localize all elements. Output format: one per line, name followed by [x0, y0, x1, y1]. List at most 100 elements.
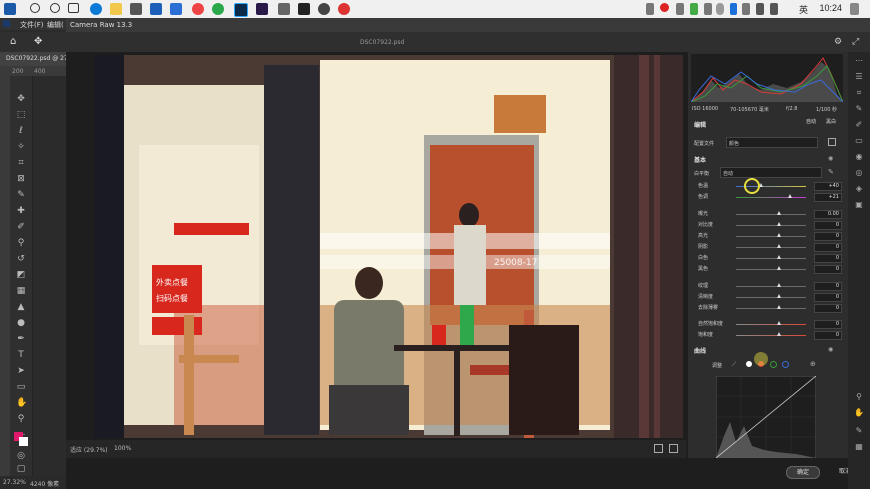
crop-tool-icon[interactable]: ⌗ [854, 88, 864, 98]
slider-row[interactable]: 纹理 0 [698, 282, 843, 291]
tray-icon-1[interactable] [646, 3, 654, 15]
photoshop-taskbar-icon[interactable] [234, 3, 248, 17]
volume-icon[interactable] [770, 3, 778, 15]
slider-value-input[interactable]: 0 [814, 293, 842, 302]
type-icon[interactable]: T [16, 350, 26, 360]
mail-icon[interactable] [150, 3, 162, 15]
snapshots-icon[interactable]: ◈ [854, 184, 864, 194]
shape-icon[interactable]: ▭ [16, 382, 26, 392]
app-icon-2[interactable] [278, 3, 290, 15]
settings-icon[interactable] [318, 3, 330, 15]
slider-knob[interactable] [777, 283, 782, 287]
eraser-icon[interactable]: ◩ [16, 270, 26, 280]
tray-record-icon[interactable] [660, 3, 669, 12]
edit-tool-icon[interactable]: ☰ [854, 72, 864, 82]
ps-document-tab[interactable]: DSC07922.psd @ 27 [0, 52, 68, 66]
cloud-icon[interactable] [716, 3, 724, 15]
chrome-icon[interactable] [192, 3, 204, 15]
search-icon[interactable] [30, 3, 40, 13]
sampler-icon[interactable]: ✎ [854, 426, 864, 436]
blur-icon[interactable]: ▲ [16, 302, 26, 312]
history-brush-icon[interactable]: ↺ [16, 254, 26, 264]
pen-icon[interactable]: ✒ [16, 334, 26, 344]
slider-track[interactable] [736, 214, 806, 215]
parametric-curve-icon[interactable]: ⟋ [732, 361, 736, 369]
settings-gear-icon[interactable]: ⚙ [834, 37, 842, 47]
zoom-tool-icon[interactable]: ⚲ [854, 392, 864, 402]
slider-row[interactable]: 清晰度 0 [698, 293, 843, 302]
bluetooth-icon[interactable] [730, 3, 737, 15]
record-icon[interactable] [338, 3, 350, 15]
before-after-icon[interactable] [654, 444, 663, 453]
gradient-icon[interactable]: ▦ [16, 286, 26, 296]
premiere-icon[interactable] [256, 3, 268, 15]
magic-wand-icon[interactable]: ✧ [16, 142, 26, 152]
zoom-fit-label[interactable]: 适应 (29.7%) [70, 445, 108, 454]
app-icon-3[interactable] [298, 3, 310, 15]
presets-icon[interactable]: ▣ [854, 200, 864, 210]
photo-preview[interactable]: 外卖点餐 扫码点餐 25008-17 [94, 55, 683, 438]
compare-icon[interactable] [669, 444, 678, 453]
slider-track[interactable] [736, 286, 806, 287]
slider-row[interactable]: 去除薄雾 0 [698, 304, 843, 313]
slider-row[interactable]: 自然饱和度 0 [698, 320, 843, 329]
red-eye-icon[interactable]: ◎ [854, 168, 864, 178]
input-language[interactable]: 英 [799, 3, 808, 16]
curve-section-title[interactable]: 曲线 [694, 346, 706, 355]
curve-green-channel[interactable] [770, 361, 777, 368]
slider-row[interactable]: 色温 +40 [698, 182, 843, 191]
adjustment-brush-icon[interactable]: ✐ [854, 120, 864, 130]
quick-mask-icon[interactable]: ◎ [16, 451, 26, 461]
clock[interactable]: 10:24 [819, 3, 842, 13]
slider-track[interactable] [736, 258, 806, 259]
screen-mode-icon[interactable]: ▢ [16, 464, 26, 474]
slider-track[interactable] [736, 225, 806, 226]
ok-button[interactable]: 确定 [786, 466, 820, 479]
move-icon[interactable]: ✥ [16, 94, 26, 104]
slider-value-input[interactable]: 0.00 [814, 210, 842, 219]
slider-knob[interactable] [777, 332, 782, 336]
wifi-icon[interactable] [756, 3, 764, 15]
slider-knob[interactable] [777, 233, 782, 237]
slider-track[interactable] [736, 335, 806, 336]
slider-row[interactable]: 色调 +21 [698, 193, 843, 202]
zoom-icon[interactable]: ⚲ [16, 414, 26, 424]
eyedropper-icon[interactable]: ✎ [16, 190, 26, 200]
slider-knob[interactable] [777, 255, 782, 259]
tone-curve-graph[interactable] [716, 376, 816, 458]
slider-knob[interactable] [777, 211, 782, 215]
wb-eyedropper-icon[interactable]: ✎ [828, 168, 834, 176]
app-icon[interactable] [170, 3, 182, 15]
more-icon[interactable]: ⋯ [854, 56, 864, 66]
path-select-icon[interactable]: ➤ [16, 366, 26, 376]
edge-icon[interactable] [90, 3, 102, 15]
hand-tool-icon[interactable]: ✋ [854, 408, 864, 418]
grid-toggle-icon[interactable]: ▦ [854, 442, 864, 452]
slider-value-input[interactable]: 0 [814, 232, 842, 241]
ps-app-icon[interactable] [4, 3, 16, 15]
slider-track[interactable] [736, 247, 806, 248]
wechat-icon[interactable] [212, 3, 224, 15]
bw-button[interactable]: 黑白 [822, 118, 840, 127]
slider-track[interactable] [736, 297, 806, 298]
dodge-icon[interactable]: ● [16, 318, 26, 328]
slider-value-input[interactable]: 0 [814, 221, 842, 230]
slider-knob[interactable] [777, 266, 782, 270]
slider-value-input[interactable]: +40 [814, 182, 842, 191]
slider-track[interactable] [736, 269, 806, 270]
nvidia-icon[interactable] [690, 3, 698, 15]
slider-row[interactable]: 高光 0 [698, 232, 843, 241]
file-explorer-icon[interactable] [110, 3, 122, 15]
curve-blue-channel[interactable] [782, 361, 789, 368]
spot-removal-icon[interactable]: ✎ [854, 104, 864, 114]
slider-row[interactable]: 黑色 0 [698, 265, 843, 274]
slider-value-input[interactable]: 0 [814, 282, 842, 291]
marquee-icon[interactable]: ⬚ [16, 110, 26, 120]
slider-knob[interactable] [777, 321, 782, 325]
radial-filter-icon[interactable]: ◉ [854, 152, 864, 162]
profile-browser-icon[interactable] [828, 138, 836, 146]
zoom-value[interactable]: 100% [114, 445, 131, 452]
slider-track[interactable] [736, 236, 806, 237]
auto-button[interactable]: 自动 [802, 118, 820, 127]
profile-select[interactable]: 颜色 [726, 137, 818, 148]
